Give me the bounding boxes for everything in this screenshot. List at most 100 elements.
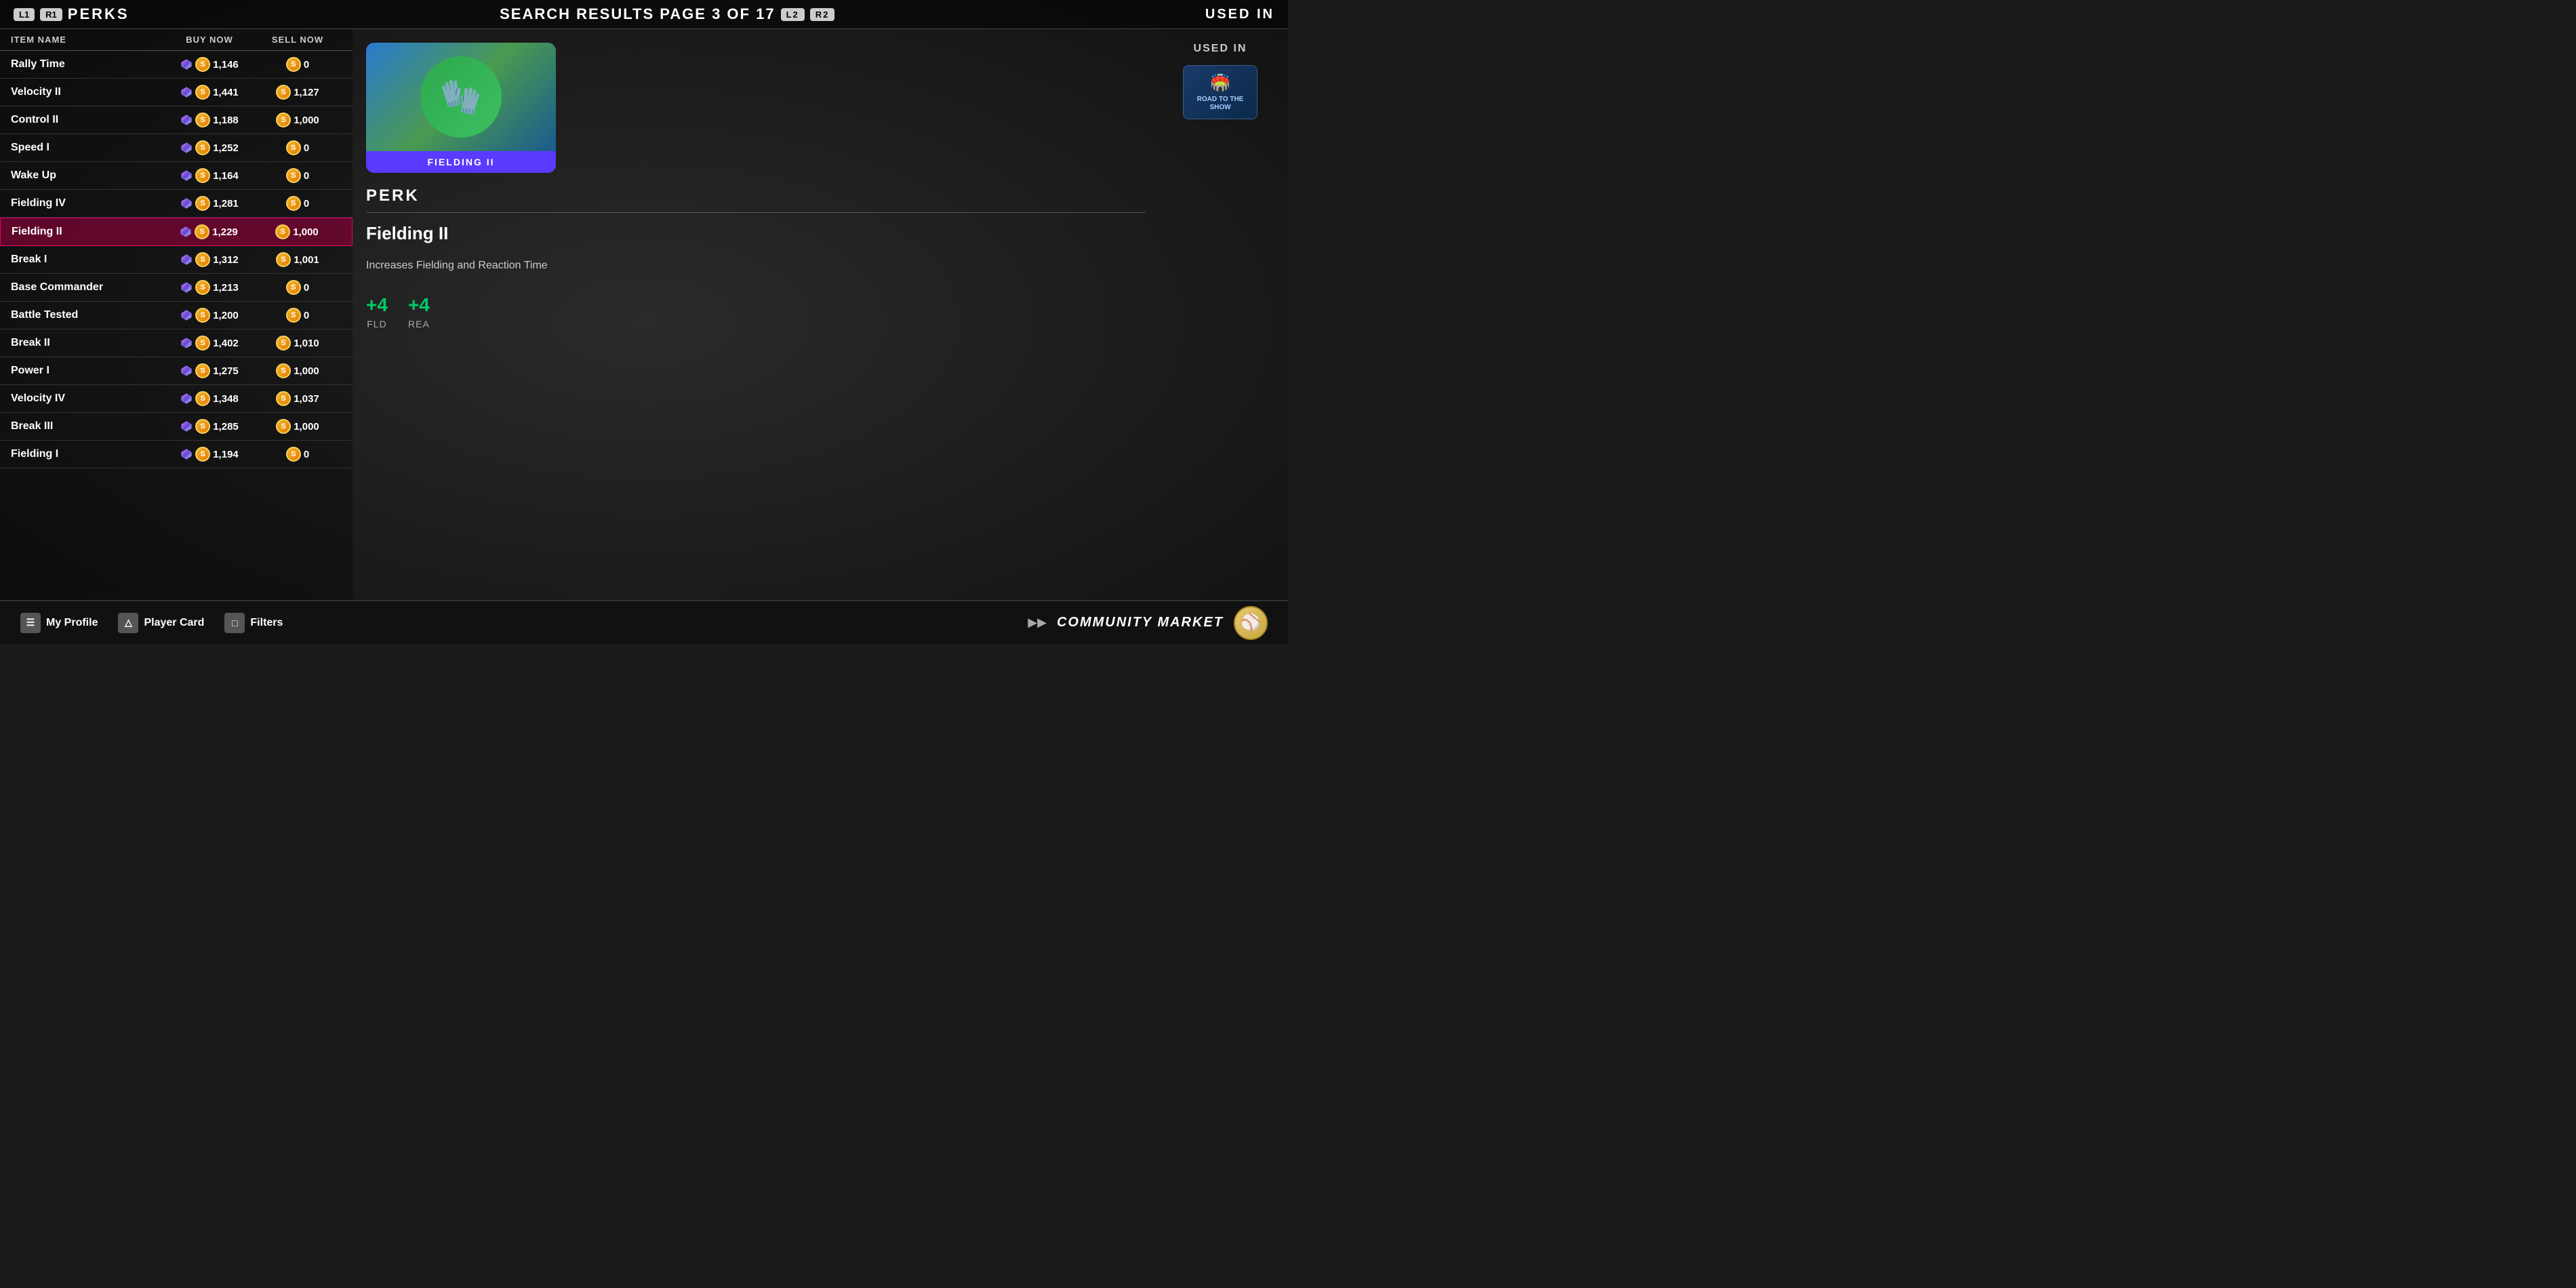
buy-value: 1,146	[213, 59, 239, 71]
item-name: Fielding I	[11, 448, 165, 460]
buy-value: 1,252	[213, 142, 239, 154]
arrows-icon: ▶▶	[1028, 616, 1047, 630]
buy-price: S 1,146	[165, 57, 254, 72]
buy-price: S 1,312	[165, 252, 254, 267]
content-area: ITEM NAME BUY NOW SELL NOW Rally Time S …	[0, 29, 1288, 600]
sell-price: S 0	[254, 57, 342, 72]
perk-name: Fielding II	[366, 223, 1146, 244]
sell-price: S 1,000	[254, 419, 342, 434]
sell-price: S 0	[254, 280, 342, 295]
filters-button[interactable]: □ Filters	[224, 613, 283, 633]
sell-value: 1,010	[294, 338, 319, 349]
buy-price: S 1,164	[165, 168, 254, 183]
stubs-icon: S	[286, 196, 301, 211]
stubs-icon: S	[276, 419, 291, 434]
table-row[interactable]: Velocity II S 1,441 S 1,127	[0, 79, 353, 106]
main-container: L1 R1 PERKS SEARCH RESULTS PAGE 3 OF 17 …	[0, 0, 1288, 644]
table-row[interactable]: Power I S 1,275 S 1,000	[0, 357, 353, 385]
buy-value: 1,348	[213, 393, 239, 405]
table-row[interactable]: Break I S 1,312 S 1,001	[0, 246, 353, 274]
perk-card: 🧤 FIELDING II	[366, 43, 556, 173]
item-name: Battle Tested	[11, 309, 165, 321]
sell-value: 1,001	[294, 254, 319, 266]
item-name: Power I	[11, 365, 165, 377]
sell-price: S 1,001	[254, 252, 342, 267]
buy-value: 1,402	[213, 338, 239, 349]
perk-stat-fld-value: +4	[366, 294, 388, 316]
rts-line1: ROAD TO THE	[1197, 96, 1244, 103]
sell-value: 1,000	[294, 115, 319, 126]
footer: ☰ My Profile △ Player Card □ Filters ▶▶ …	[0, 600, 1288, 644]
stubs-icon: S	[195, 252, 210, 267]
sell-price: S 1,010	[254, 336, 342, 350]
perk-stat-rea-value: +4	[408, 294, 430, 316]
perks-title: PERKS	[68, 5, 129, 23]
used-in-header: USED IN	[1205, 7, 1274, 22]
item-name: Break I	[11, 254, 165, 266]
sell-price: S 1,000	[253, 224, 341, 239]
rts-icon: 🏟️	[1210, 73, 1230, 93]
filters-label: Filters	[250, 617, 283, 629]
sell-price: S 1,037	[254, 391, 342, 406]
table-row[interactable]: Control II S 1,188 S 1,000	[0, 106, 353, 134]
stubs-icon: S	[195, 336, 210, 350]
my-profile-button[interactable]: ☰ My Profile	[20, 613, 98, 633]
table-row[interactable]: Base Commander S 1,213 S 0	[0, 274, 353, 302]
stubs-icon: S	[195, 168, 210, 183]
player-card-icon: △	[118, 613, 138, 633]
table-body: Rally Time S 1,146 S 0 Velocity II	[0, 51, 353, 600]
table-row[interactable]: Wake Up S 1,164 S 0	[0, 162, 353, 190]
item-name: Base Commander	[11, 281, 165, 294]
sell-price: S 0	[254, 196, 342, 211]
stubs-icon: S	[276, 252, 291, 267]
table-row[interactable]: Speed I S 1,252 S 0	[0, 134, 353, 162]
item-name: Velocity IV	[11, 393, 165, 405]
sell-price: S 0	[254, 168, 342, 183]
table-row[interactable]: Battle Tested S 1,200 S 0	[0, 302, 353, 329]
r1-button[interactable]: R1	[40, 8, 62, 21]
l2-button[interactable]: L2	[781, 8, 805, 21]
item-name: Fielding II	[12, 226, 165, 238]
player-card-button[interactable]: △ Player Card	[118, 613, 204, 633]
table-row[interactable]: Break II S 1,402 S 1,010	[0, 329, 353, 357]
sell-price: S 0	[254, 447, 342, 462]
table-row[interactable]: Fielding I S 1,194 S 0	[0, 441, 353, 468]
table-row[interactable]: Break III S 1,285 S 1,000	[0, 413, 353, 441]
stubs-icon: S	[195, 224, 209, 239]
buy-price: S 1,194	[165, 447, 254, 462]
buy-value: 1,213	[213, 282, 239, 294]
buy-value: 1,285	[213, 421, 239, 432]
perk-stat-fld-label: FLD	[367, 319, 386, 329]
r2-button[interactable]: R2	[810, 8, 835, 21]
table-row[interactable]: Rally Time S 1,146 S 0	[0, 51, 353, 79]
item-name: Control II	[11, 114, 165, 126]
stubs-icon: S	[276, 336, 291, 350]
stubs-icon: S	[286, 280, 301, 295]
filters-icon: □	[224, 613, 245, 633]
header-left: L1 R1 PERKS	[14, 5, 129, 23]
stubs-icon: S	[195, 85, 210, 100]
perk-stat-fld: +4 FLD	[366, 294, 388, 329]
sell-price: S 0	[254, 308, 342, 323]
footer-left: ☰ My Profile △ Player Card □ Filters	[20, 613, 283, 633]
l1-button[interactable]: L1	[14, 8, 35, 21]
stubs-icon: S	[195, 57, 210, 72]
sell-price: S 1,127	[254, 85, 342, 100]
buy-value: 1,188	[213, 115, 239, 126]
profile-icon-symbol: ☰	[26, 617, 35, 628]
table-row[interactable]: Fielding IV S 1,281 S 0	[0, 190, 353, 218]
used-in-title: USED IN	[1194, 43, 1247, 55]
stubs-icon: S	[276, 113, 291, 127]
stubs-icon: S	[286, 140, 301, 155]
sell-value: 1,000	[294, 365, 319, 377]
table-row[interactable]: Velocity IV S 1,348 S 1,037	[0, 385, 353, 413]
stubs-icon: S	[195, 196, 210, 211]
item-name: Velocity II	[11, 86, 165, 98]
buy-price: S 1,200	[165, 308, 254, 323]
sell-value: 0	[304, 142, 309, 154]
left-panel: ITEM NAME BUY NOW SELL NOW Rally Time S …	[0, 29, 353, 600]
table-row[interactable]: Fielding II S 1,229 S 1,000	[0, 218, 353, 246]
perk-stat-rea-label: REA	[408, 319, 430, 329]
item-name: Fielding IV	[11, 197, 165, 209]
col-sell-now: SELL NOW	[254, 35, 342, 45]
